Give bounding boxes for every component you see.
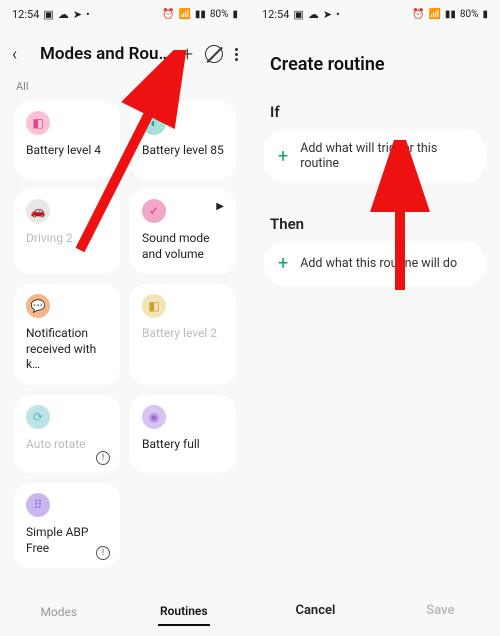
card-title: Battery level 85 [142,143,224,159]
dot-icon: • [336,8,340,21]
dot-icon: • [86,8,90,21]
camera-icon: ▣ [43,8,53,21]
if-label: If [250,93,500,129]
battery-icon: ▮ [232,9,238,20]
sound-icon: ✓ [142,199,166,223]
rotate-icon: ⟳ [26,405,50,429]
status-bar: 12:54 ▣ ☁ ➤ • ⏰ 📶 ▮▮ 80% ▮ [250,0,500,28]
battery-icon: ◉ [142,405,166,429]
battery-icon: ◧ [26,111,50,135]
wifi-icon: 📶 [178,9,190,20]
wifi-icon: 📶 [428,9,440,20]
cancel-button[interactable]: Cancel [295,603,335,618]
card-title: Driving 2 [26,231,108,247]
routine-card[interactable]: ⟳ ! Auto rotate [14,395,120,473]
alarm-icon: ⏰ [412,9,424,20]
status-time: 12:54 [262,8,289,21]
card-title: Battery level 4 [26,143,108,159]
warning-icon: ! [96,451,110,465]
header: ‹ Modes and Rou… + [0,28,250,76]
routine-card[interactable]: ✓ ▶ Sound mode and volume [130,189,236,274]
signal-icon: ▮▮ [445,9,456,20]
card-title: Sound mode and volume [142,231,224,262]
filter-icon[interactable] [205,45,223,63]
filter-all-label: All [0,76,250,101]
phone-left: 12:54 ▣ ☁ ➤ • ⏰ 📶 ▮▮ 80% ▮ ‹ Modes and R… [0,0,250,636]
alarm-icon: ⏰ [162,9,174,20]
page-title: Create routine [250,28,500,93]
routine-card[interactable]: 🚗 Driving 2 [14,189,120,274]
app-icon: ⠿ [26,493,50,517]
page-title: Modes and Rou… [40,44,172,64]
plus-icon: + [278,146,288,167]
add-button[interactable]: + [182,42,193,66]
tab-bar: Modes Routines [0,588,250,636]
routines-grid: ◧ Battery level 4 ◐ Battery level 85 🚗 D… [0,101,250,568]
car-icon: 🚗 [26,199,50,223]
camera-icon: ▣ [293,8,303,21]
add-action-text: Add what this routine will do [300,256,457,271]
battery-icon: ◐ [142,111,166,135]
card-title: Battery full [142,437,224,453]
play-icon: ▶ [216,201,224,212]
phone-right: 12:54 ▣ ☁ ➤ • ⏰ 📶 ▮▮ 80% ▮ Create routin… [250,0,500,636]
status-bar: 12:54 ▣ ☁ ➤ • ⏰ 📶 ▮▮ 80% ▮ [0,0,250,28]
then-label: Then [250,205,500,241]
send-icon: ➤ [73,8,82,21]
routine-card[interactable]: ◉ Battery full [130,395,236,473]
routine-card[interactable]: ⠿ ! Simple ABP Free [14,483,120,568]
battery-icon: ◧ [142,294,166,318]
card-title: Battery level 2 [142,326,224,342]
routine-card[interactable]: ◧ Battery level 2 [130,284,236,385]
routine-card[interactable]: ◐ Battery level 85 [130,101,236,179]
bottom-actions: Cancel Save [250,584,500,636]
plus-icon: + [278,253,288,274]
add-action-button[interactable]: + Add what this routine will do [264,241,486,286]
battery-text: 80% [460,9,479,20]
battery-text: 80% [210,9,229,20]
notification-icon: 💬 [26,294,50,318]
send-icon: ➤ [323,8,332,21]
signal-icon: ▮▮ [195,9,206,20]
routine-card[interactable]: ◧ Battery level 4 [14,101,120,179]
cloud-icon: ☁ [308,8,319,21]
warning-icon: ! [96,546,110,560]
routine-card[interactable]: 💬 Notification received with k… [14,284,120,385]
cloud-icon: ☁ [58,8,69,21]
card-title: Notification received with k… [26,326,108,373]
tab-modes[interactable]: Modes [40,605,77,619]
add-trigger-button[interactable]: + Add what will trigger this routine [264,129,486,183]
back-button[interactable]: ‹ [12,44,30,65]
tab-routines[interactable]: Routines [158,598,210,626]
more-button[interactable] [235,48,238,61]
card-title: Auto rotate [26,437,108,453]
add-trigger-text: Add what will trigger this routine [300,141,472,171]
battery-icon: ▮ [482,9,488,20]
save-button[interactable]: Save [426,603,454,618]
status-time: 12:54 [12,8,39,21]
